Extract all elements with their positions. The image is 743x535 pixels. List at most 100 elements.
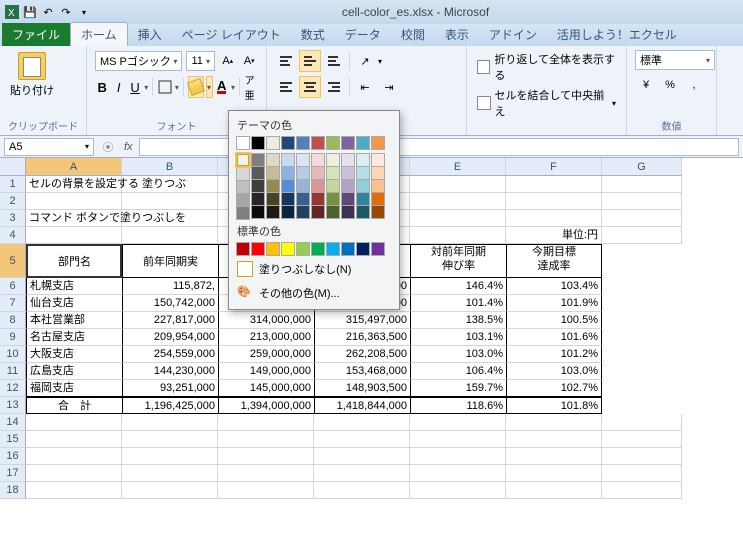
color-swatch[interactable] xyxy=(266,136,280,150)
color-swatch[interactable] xyxy=(236,206,250,220)
cell[interactable]: 146.4% xyxy=(410,278,506,295)
cell[interactable] xyxy=(602,193,682,210)
tab-file[interactable]: ファイル xyxy=(2,23,70,46)
color-swatch[interactable] xyxy=(311,205,325,219)
cell[interactable]: 100.5% xyxy=(506,312,602,329)
tab-review[interactable]: 校閲 xyxy=(391,23,435,46)
color-swatch[interactable] xyxy=(341,205,355,219)
cell[interactable] xyxy=(410,465,506,482)
cell[interactable]: 209,954,000 xyxy=(122,329,218,346)
cell[interactable] xyxy=(602,210,682,227)
cell[interactable]: 広島支店 xyxy=(26,363,122,380)
cell[interactable] xyxy=(122,193,218,210)
cell[interactable]: 254,559,000 xyxy=(122,346,218,363)
cell[interactable]: 仙台支店 xyxy=(26,295,122,312)
cell[interactable] xyxy=(602,448,682,465)
color-swatch[interactable] xyxy=(281,179,295,193)
cell[interactable]: 102.7% xyxy=(506,380,602,397)
cell[interactable]: 103.1% xyxy=(410,329,506,346)
cell[interactable]: 216,363,500 xyxy=(314,329,410,346)
color-swatch[interactable] xyxy=(281,205,295,219)
cell[interactable] xyxy=(218,482,314,499)
cell[interactable]: 対前年同期 伸び率 xyxy=(410,244,506,278)
cell[interactable] xyxy=(410,414,506,431)
color-swatch[interactable] xyxy=(371,136,385,150)
row-header[interactable]: 17 xyxy=(0,465,26,482)
underline-button[interactable]: U xyxy=(128,76,142,98)
col-header-g[interactable]: G xyxy=(602,158,682,176)
cell[interactable] xyxy=(410,482,506,499)
tab-formulas[interactable]: 数式 xyxy=(291,23,335,46)
cell[interactable]: 150,742,000 xyxy=(122,295,218,312)
cell[interactable]: 106.4% xyxy=(410,363,506,380)
cell[interactable] xyxy=(122,448,218,465)
row-header[interactable]: 6 xyxy=(0,278,26,295)
row-header[interactable]: 13 xyxy=(0,397,26,414)
cell[interactable]: 227,817,000 xyxy=(122,312,218,329)
cell[interactable]: 1,418,844,000 xyxy=(314,397,410,414)
cell[interactable]: 1,196,425,000 xyxy=(122,397,218,414)
color-swatch[interactable] xyxy=(371,242,385,256)
row-header[interactable]: 4 xyxy=(0,227,26,244)
cell[interactable] xyxy=(26,414,122,431)
tab-page-layout[interactable]: ページ レイアウト xyxy=(172,23,291,46)
currency-button[interactable]: ¥ xyxy=(635,74,657,96)
color-swatch[interactable] xyxy=(326,136,340,150)
color-swatch[interactable] xyxy=(251,242,265,256)
color-swatch[interactable] xyxy=(326,242,340,256)
cell[interactable] xyxy=(506,465,602,482)
color-swatch[interactable] xyxy=(371,205,385,219)
cell[interactable] xyxy=(506,176,602,193)
row-header[interactable]: 2 xyxy=(0,193,26,210)
color-swatch[interactable] xyxy=(371,179,385,193)
cell[interactable] xyxy=(314,465,410,482)
cell[interactable] xyxy=(410,227,506,244)
color-swatch[interactable] xyxy=(311,192,325,206)
cell[interactable]: 159.7% xyxy=(410,380,506,397)
color-swatch[interactable] xyxy=(236,167,250,181)
color-swatch[interactable] xyxy=(356,242,370,256)
color-swatch[interactable] xyxy=(341,192,355,206)
qat-dropdown-icon[interactable]: ▾ xyxy=(76,4,92,20)
color-swatch[interactable] xyxy=(356,153,370,167)
row-header[interactable]: 8 xyxy=(0,312,26,329)
cell[interactable] xyxy=(122,176,218,193)
color-swatch[interactable] xyxy=(341,166,355,180)
align-left-button[interactable] xyxy=(275,76,297,98)
color-swatch[interactable] xyxy=(266,192,280,206)
row-header[interactable]: 18 xyxy=(0,482,26,499)
color-swatch[interactable] xyxy=(251,205,265,219)
color-swatch[interactable] xyxy=(251,153,265,167)
cell[interactable]: 部門名 xyxy=(26,244,122,278)
color-swatch[interactable] xyxy=(356,205,370,219)
percent-button[interactable]: % xyxy=(659,74,681,96)
col-header-a[interactable]: A xyxy=(26,158,122,176)
row-header[interactable]: 11 xyxy=(0,363,26,380)
cell[interactable] xyxy=(506,414,602,431)
font-name-combo[interactable]: MS Pゴシック▾ xyxy=(95,51,182,71)
cell[interactable]: 101.6% xyxy=(506,329,602,346)
color-swatch[interactable] xyxy=(356,192,370,206)
cell[interactable]: 今期目標 達成率 xyxy=(506,244,602,278)
cell[interactable]: 名古屋支店 xyxy=(26,329,122,346)
color-swatch[interactable] xyxy=(266,179,280,193)
color-swatch[interactable] xyxy=(281,166,295,180)
cell[interactable] xyxy=(602,227,682,244)
row-header[interactable]: 15 xyxy=(0,431,26,448)
align-center-button[interactable] xyxy=(299,76,321,98)
cell[interactable] xyxy=(602,465,682,482)
number-format-combo[interactable]: 標準▾ xyxy=(635,50,715,70)
color-swatch[interactable] xyxy=(235,152,251,168)
cell[interactable]: 149,000,000 xyxy=(218,363,314,380)
row-header[interactable]: 7 xyxy=(0,295,26,312)
cell[interactable]: 103.4% xyxy=(506,278,602,295)
color-swatch[interactable] xyxy=(296,166,310,180)
color-swatch[interactable] xyxy=(281,242,295,256)
align-top-button[interactable] xyxy=(275,50,297,72)
cell[interactable]: セルの背景を設定する 塗りつぶ xyxy=(26,176,122,193)
color-swatch[interactable] xyxy=(296,205,310,219)
cell[interactable]: 315,497,000 xyxy=(314,312,410,329)
shrink-font-button[interactable]: A▾ xyxy=(241,50,258,72)
color-swatch[interactable] xyxy=(341,179,355,193)
font-color-button[interactable]: A xyxy=(215,76,229,98)
